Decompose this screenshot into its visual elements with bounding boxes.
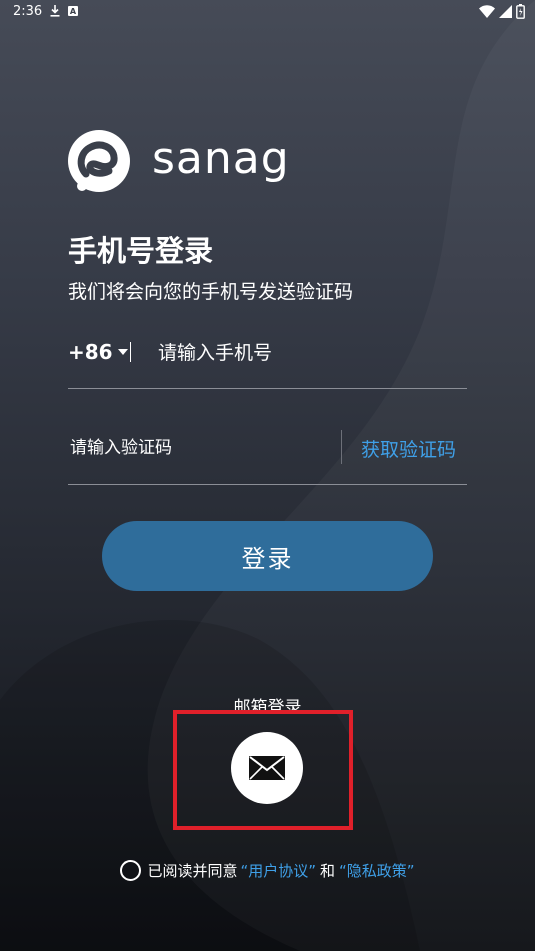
caret-down-icon[interactable] bbox=[118, 349, 128, 355]
signal-icon bbox=[499, 5, 512, 18]
notification-badge: A bbox=[68, 6, 78, 16]
brand-logo: sanag bbox=[68, 130, 290, 196]
status-time: 2:36 bbox=[13, 4, 43, 19]
email-login-button[interactable] bbox=[231, 732, 303, 804]
status-bar: 2:36 A bbox=[0, 0, 535, 24]
login-button[interactable]: 登录 bbox=[102, 521, 433, 591]
user-agreement-link[interactable]: “用户协议” bbox=[240, 860, 316, 881]
page-title: 手机号登录 bbox=[68, 234, 214, 268]
page-subtitle: 我们将会向您的手机号发送验证码 bbox=[68, 281, 354, 303]
envelope-icon bbox=[249, 756, 285, 780]
download-icon bbox=[50, 5, 60, 17]
privacy-policy-link[interactable]: “隐私政策” bbox=[339, 860, 415, 881]
country-code-selector[interactable]: +86 bbox=[68, 340, 113, 364]
status-icons bbox=[479, 4, 525, 19]
divider bbox=[341, 430, 342, 464]
phone-field-row: +86 bbox=[68, 330, 467, 389]
wifi-icon bbox=[479, 5, 495, 18]
agreement-checkbox[interactable] bbox=[120, 860, 142, 881]
verification-field-row: 获取验证码 bbox=[68, 426, 467, 485]
sanag-logo-icon bbox=[68, 130, 130, 192]
agreement-and: 和 bbox=[320, 862, 336, 880]
verification-code-input[interactable] bbox=[68, 432, 332, 464]
battery-icon bbox=[516, 4, 525, 19]
brand-name: sanag bbox=[152, 133, 290, 184]
text-cursor bbox=[130, 342, 131, 362]
get-code-button[interactable]: 获取验证码 bbox=[361, 435, 456, 462]
agreement-prefix: 已阅读并同意 bbox=[147, 862, 238, 880]
email-login-label: 邮箱登录 bbox=[233, 698, 302, 711]
phone-input[interactable] bbox=[156, 336, 460, 370]
agreement-row: 已阅读并同意 “用户协议” 和 “隐私政策” bbox=[0, 860, 535, 881]
